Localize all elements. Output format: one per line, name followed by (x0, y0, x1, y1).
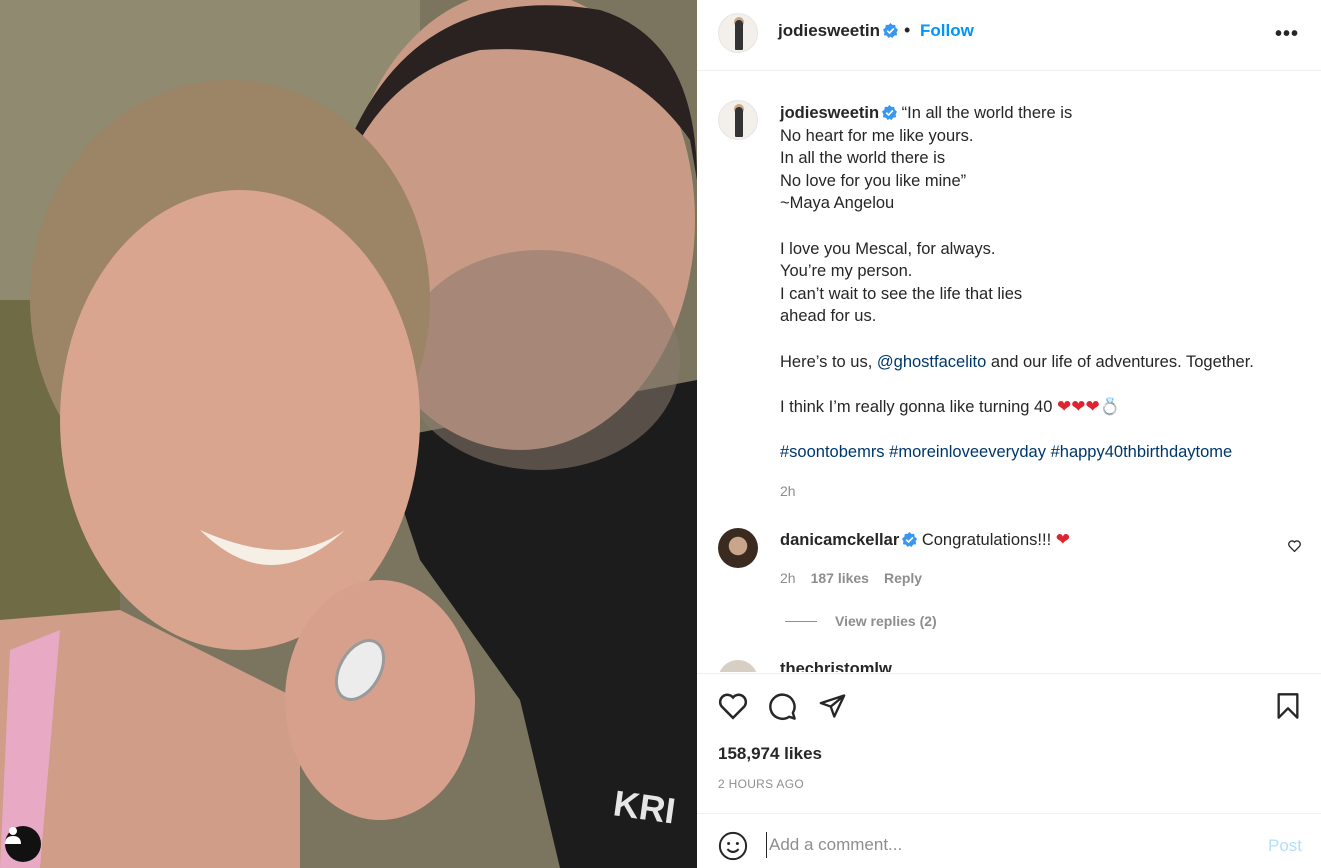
save-bookmark-icon[interactable] (1275, 692, 1301, 725)
caption-first-line: jodiesweetin “In all the world there is (780, 102, 1300, 125)
caption-line: ~Maya Angelou (780, 194, 895, 213)
mention-link[interactable]: @ghostfacelito (877, 353, 986, 371)
caption-line: I can’t wait to see the life that lies (780, 284, 1023, 303)
likes-count[interactable]: 158,974 likes (718, 744, 822, 764)
reply-button[interactable]: Reply (884, 570, 922, 586)
author-username[interactable]: jodiesweetin (778, 21, 899, 41)
comment-icon[interactable] (768, 692, 797, 726)
view-replies-button[interactable]: View replies (2) (785, 613, 937, 629)
comment-meta: 2h 187 likes Reply (780, 570, 937, 586)
like-heart-icon[interactable] (718, 692, 748, 725)
comment-like-heart-icon[interactable] (1288, 539, 1301, 557)
post-photo[interactable]: KRI (0, 0, 697, 868)
verified-badge-icon (902, 532, 918, 547)
comment-likes[interactable]: 187 likes (811, 570, 869, 586)
ring-emoji-icon: 💍 (1099, 397, 1121, 416)
caption-author-avatar[interactable] (718, 100, 758, 140)
share-icon[interactable] (818, 692, 847, 725)
verified-badge-icon (883, 23, 899, 38)
caption-username[interactable]: jodiesweetin (780, 104, 879, 122)
commenter-avatar[interactable] (718, 528, 758, 568)
post-caption: jodiesweetin “In all the world there is … (780, 102, 1300, 502)
replies-dash (785, 620, 817, 622)
hashtags: #soontobemrs #moreinloveeveryday #happy4… (780, 441, 1300, 464)
post-comment-button[interactable]: Post (1268, 836, 1302, 856)
hashtag-link[interactable]: #moreinloveeveryday (889, 443, 1046, 461)
author-avatar[interactable] (718, 13, 758, 53)
couple-photo-illustration: KRI (0, 0, 697, 868)
comment-time[interactable]: 2h (780, 570, 796, 586)
heart-emoji-icon: ❤❤❤ (1056, 396, 1100, 416)
heart-emoji-icon: ❤ (1055, 530, 1071, 549)
caption-line: Here’s to us, @ghostfacelito and our lif… (780, 352, 1254, 371)
profile-tag-icon[interactable] (5, 826, 41, 862)
emoji-picker-icon[interactable] (718, 831, 748, 866)
verified-badge-icon (882, 105, 898, 120)
comments-area[interactable]: jodiesweetin “In all the world there is … (697, 72, 1321, 672)
caption-line: ahead for us. (780, 307, 877, 326)
post-actions: 158,974 likes 2 HOURS AGO (697, 673, 1321, 813)
hashtag-link[interactable]: #soontobemrs (780, 443, 885, 461)
commenter-avatar[interactable] (718, 660, 758, 672)
follow-button[interactable]: Follow (920, 21, 974, 41)
add-comment-bar: Post (697, 813, 1321, 868)
post-timestamp[interactable]: 2 HOURS AGO (718, 777, 804, 791)
caption-line: No love for you like mine” (780, 171, 967, 190)
comment-input[interactable] (766, 832, 1246, 858)
caption-line: In all the world there is (780, 149, 946, 168)
commenter-username[interactable]: thechristomlw (780, 660, 892, 672)
hashtag-link[interactable]: #happy40thbirthdaytome (1051, 443, 1233, 461)
post-header: jodiesweetin • Follow ••• (697, 0, 1321, 71)
comment-text: danicamckellar Congratulations!!! ❤ (780, 530, 1071, 549)
commenter-username[interactable]: danicamckellar (780, 531, 899, 549)
partially-visible-comment: thechristomlw (718, 660, 1318, 672)
caption-timestamp[interactable]: 2h (780, 480, 1300, 503)
caption-line: “In all the world there is (901, 104, 1073, 122)
svg-text:KRI: KRI (611, 782, 678, 831)
caption-line: I love you Mescal, for always. (780, 239, 996, 258)
more-options-icon[interactable]: ••• (1275, 23, 1299, 46)
post-details-panel: jodiesweetin • Follow ••• jodiesweetin “… (697, 0, 1321, 868)
caption-line: No heart for me like yours. (780, 126, 974, 145)
caption-line: You’re my person. (780, 262, 913, 281)
caption-line: I think I’m really gonna like turning 40… (780, 396, 1121, 416)
separator-dot: • (904, 20, 911, 40)
